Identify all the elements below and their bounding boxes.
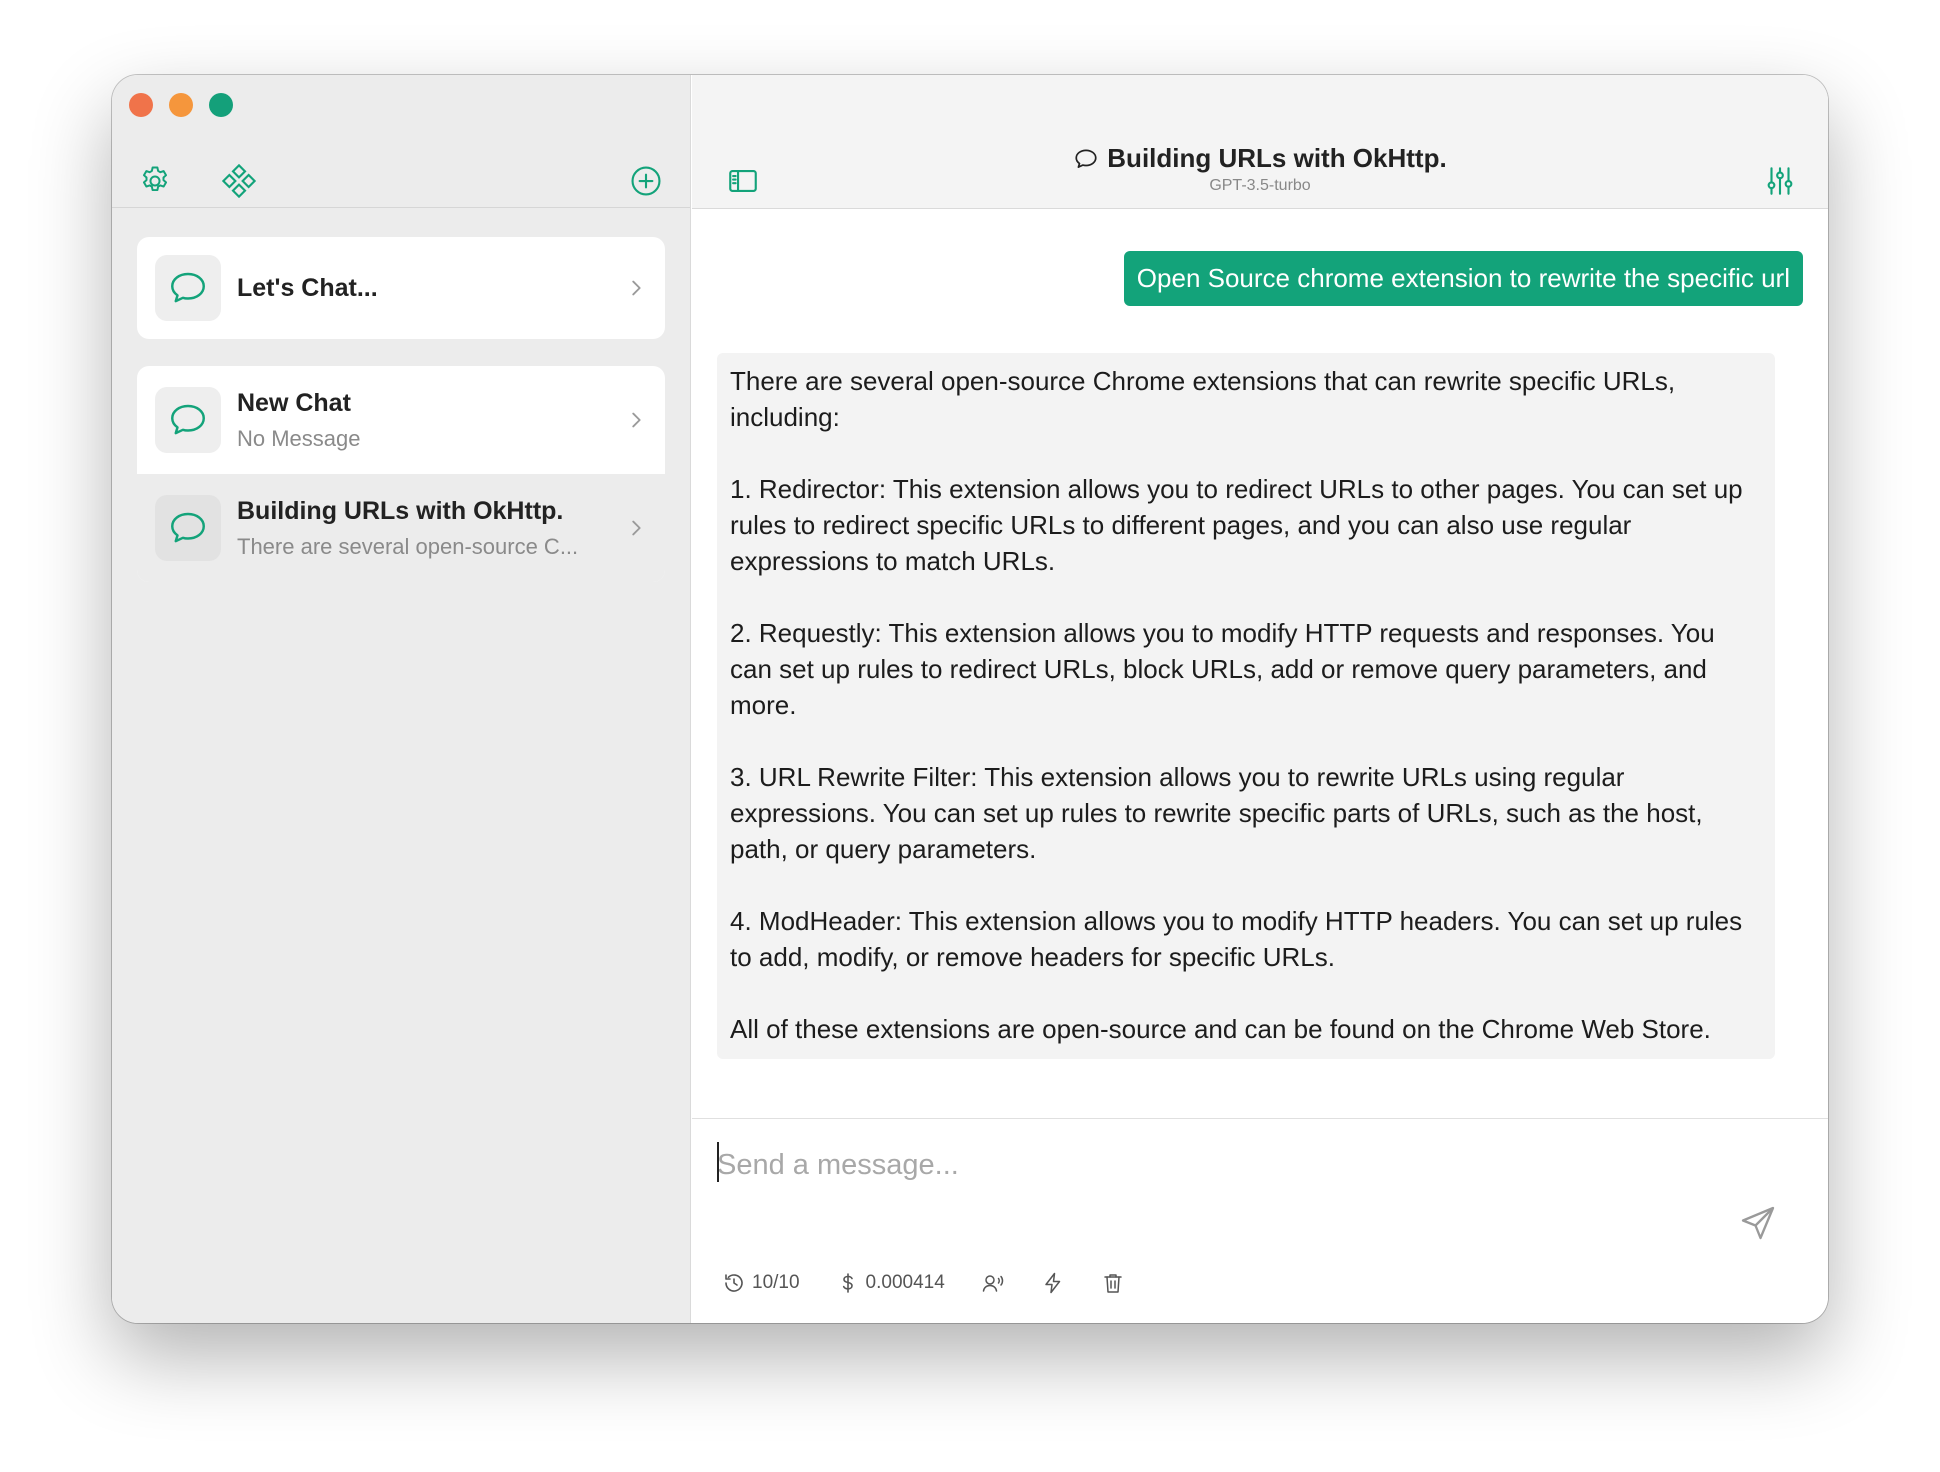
assistant-message-bubble: There are several open-source Chrome ext… <box>717 353 1775 1059</box>
sidebar: Let's Chat... New Chat No Message Buildi… <box>112 75 691 1323</box>
chat-list-section-pinned: Let's Chat... <box>137 237 665 339</box>
settings-button[interactable] <box>127 153 183 209</box>
lightning-icon <box>1045 1272 1061 1294</box>
chat-list-item[interactable]: New Chat No Message <box>137 366 665 474</box>
chat-list-section: New Chat No Message Building URLs with O… <box>137 366 665 582</box>
chat-item-text: Building URLs with OkHttp. There are sev… <box>237 497 625 560</box>
traffic-lights <box>129 93 233 117</box>
quick-action-button[interactable] <box>1041 1271 1065 1295</box>
send-icon <box>1741 1206 1775 1240</box>
chat-avatar <box>155 387 221 453</box>
composer-divider <box>692 1118 1828 1119</box>
diamond-grid-icon <box>222 164 256 198</box>
chat-bubble-icon <box>1075 148 1097 168</box>
model-name: GPT-3.5-turbo <box>1209 177 1311 194</box>
new-chat-button[interactable] <box>618 153 674 209</box>
chat-item-title: Building URLs with OkHttp. <box>237 496 564 525</box>
trash-icon <box>1104 1274 1122 1293</box>
chat-list-item-selected[interactable]: Building URLs with OkHttp. There are sev… <box>137 474 665 582</box>
chat-item-title: Let's Chat... <box>237 273 378 302</box>
chat-list-item[interactable]: Let's Chat... <box>137 237 665 339</box>
chat-pane: Building URLs with OkHttp. GPT-3.5-turbo… <box>692 75 1828 1323</box>
gear-icon <box>142 166 168 192</box>
close-window-button[interactable] <box>129 93 153 117</box>
plus-circle-icon <box>631 166 661 196</box>
send-button[interactable] <box>1734 1199 1782 1247</box>
chat-settings-button[interactable] <box>1752 153 1808 209</box>
chat-item-preview: No Message <box>237 425 361 451</box>
chevron-right-icon <box>632 412 641 428</box>
chat-bubble-icon <box>171 512 205 543</box>
user-message-bubble: Open Source chrome extension to rewrite … <box>1123 251 1803 306</box>
history-count-text: 10/10 <box>752 1272 800 1293</box>
chat-header: Building URLs with OkHttp. GPT-3.5-turbo <box>692 75 1828 209</box>
token-cost-text: 0.000414 <box>865 1272 945 1293</box>
sidebar-toolbar <box>112 153 690 209</box>
chat-avatar <box>155 495 221 561</box>
chat-bubble-icon <box>171 272 205 303</box>
chat-item-preview: There are several open-source C... <box>237 533 579 559</box>
chat-title: Building URLs with OkHttp. <box>692 143 1828 174</box>
history-icon <box>725 1274 743 1292</box>
chat-avatar <box>155 255 221 321</box>
token-cost[interactable]: 0.000414 <box>836 1271 945 1295</box>
chat-item-text: Let's Chat... <box>237 274 625 303</box>
chat-item-title: New Chat <box>237 388 351 417</box>
status-bar: 10/10 0.000414 <box>722 1271 1161 1295</box>
app-window: Let's Chat... New Chat No Message Buildi… <box>112 75 1828 1323</box>
message-input[interactable] <box>717 1135 1777 1195</box>
dollar-icon <box>842 1273 853 1293</box>
chat-title-text: Building URLs with OkHttp. <box>1107 143 1447 173</box>
chevron-right-icon <box>632 280 641 296</box>
sidebar-divider <box>112 207 690 208</box>
text-caret <box>717 1142 719 1182</box>
chevron-right-icon <box>632 520 641 536</box>
voice-button[interactable] <box>981 1271 1005 1295</box>
history-count[interactable]: 10/10 <box>722 1271 800 1295</box>
sliders-icon <box>1767 167 1793 195</box>
voice-icon <box>982 1275 1004 1292</box>
minimize-window-button[interactable] <box>169 93 193 117</box>
zoom-window-button[interactable] <box>209 93 233 117</box>
chat-item-text: New Chat No Message <box>237 389 625 452</box>
clear-chat-button[interactable] <box>1101 1271 1125 1295</box>
plugins-button[interactable] <box>211 153 267 209</box>
chat-bubble-icon <box>171 404 205 435</box>
